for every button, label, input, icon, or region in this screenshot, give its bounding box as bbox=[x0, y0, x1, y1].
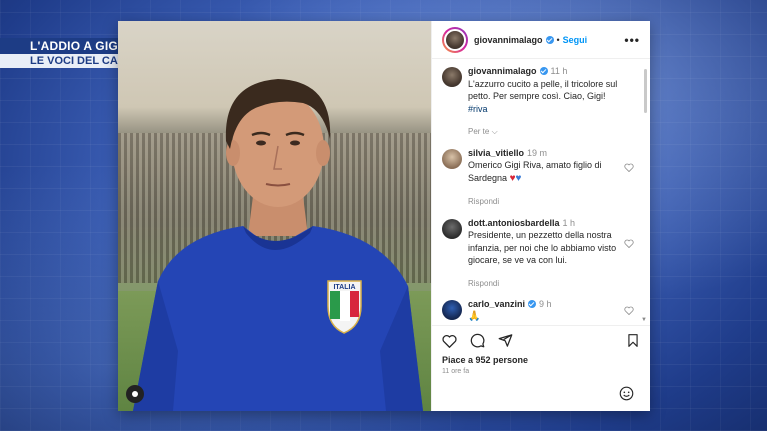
comment-time: 11 h bbox=[550, 66, 568, 76]
comment-time: 19 m bbox=[527, 147, 548, 158]
emoji-icon[interactable] bbox=[619, 386, 634, 401]
reply-link[interactable]: Rispondi bbox=[468, 196, 626, 209]
post-header: giovannimalago • Segui ••• bbox=[432, 21, 650, 59]
follow-button[interactable]: Segui bbox=[563, 35, 588, 45]
post-timestamp: 11 ore fa bbox=[442, 368, 470, 375]
comment-username[interactable]: silvia_vitiello bbox=[468, 148, 524, 158]
add-comment-area[interactable] bbox=[432, 375, 650, 411]
verified-badge-icon bbox=[528, 300, 537, 308]
player-portrait: ITALIA bbox=[133, 79, 423, 411]
like-comment-icon[interactable] bbox=[624, 239, 634, 248]
post-sidebar: giovannimalago • Segui ••• giovannimalag… bbox=[431, 21, 650, 411]
like-comment-icon[interactable] bbox=[624, 163, 634, 172]
reply-link[interactable]: Rispondi bbox=[468, 278, 626, 291]
hashtag-link[interactable]: #riva bbox=[468, 104, 488, 114]
more-options-icon[interactable]: ••• bbox=[624, 33, 640, 47]
pray-emoji: 🙏 bbox=[468, 310, 481, 322]
post-actions-bar bbox=[432, 325, 650, 355]
share-icon[interactable] bbox=[498, 333, 513, 348]
verified-badge-icon bbox=[545, 35, 554, 44]
comments-list[interactable]: giovannimalago 11 h L'azzurro cucito a pe… bbox=[432, 59, 650, 325]
verified-badge-icon bbox=[539, 67, 548, 75]
likes-count[interactable]: Piace a 952 persone bbox=[432, 355, 650, 365]
jersey-badge-text: ITALIA bbox=[333, 284, 355, 291]
dot-separator: • bbox=[556, 34, 560, 45]
like-comment-icon[interactable] bbox=[624, 306, 634, 315]
comment-username[interactable]: carlo_vanzini bbox=[468, 299, 525, 309]
post-photo[interactable]: ITALIA bbox=[118, 21, 431, 411]
author-username[interactable]: giovannimalago bbox=[474, 35, 543, 45]
commenter-avatar[interactable] bbox=[442, 300, 462, 320]
comment-text: Presidente, un pezzetto della nostra inf… bbox=[468, 230, 617, 265]
commenter-avatar[interactable] bbox=[442, 67, 462, 87]
blue-heart-emoji: ♥ bbox=[515, 172, 522, 184]
comment-text: Omerico Gigi Riva, amato figlio di Sarde… bbox=[468, 160, 602, 183]
per-te-dropdown[interactable]: Per te ⌵ bbox=[468, 126, 626, 139]
comment-item: carlo_vanzini 9 h 🙏 bbox=[442, 298, 640, 323]
commenter-avatar[interactable] bbox=[442, 148, 462, 169]
instagram-post: ITALIA giovannimalago • Segui ••• giovan… bbox=[118, 21, 650, 411]
comment-item: silvia_vitiello 19 m Omerico Gigi Riva, a… bbox=[442, 147, 640, 209]
bookmark-icon[interactable] bbox=[626, 333, 640, 348]
comment-time: 1 h bbox=[562, 217, 576, 228]
comment-username[interactable]: dott.antoniosbardella bbox=[468, 218, 560, 228]
caption-comment: giovannimalago 11 h L'azzurro cucito a pe… bbox=[442, 65, 640, 139]
comment-icon[interactable] bbox=[470, 333, 485, 348]
comment-item: dott.antoniosbardella 1 h Presidente, un … bbox=[442, 217, 640, 291]
heart-emojis: ♥♥ bbox=[510, 173, 522, 184]
comments-scrollbar[interactable] bbox=[644, 69, 647, 113]
author-avatar[interactable] bbox=[442, 26, 468, 53]
heart-icon[interactable] bbox=[442, 334, 457, 348]
commenter-avatar[interactable] bbox=[442, 218, 462, 239]
tagged-user-icon[interactable] bbox=[126, 385, 144, 403]
comment-time: 9 h bbox=[539, 299, 552, 309]
scroll-down-arrow-icon[interactable]: ▼ bbox=[641, 317, 647, 323]
comment-username[interactable]: giovannimalago bbox=[468, 66, 537, 76]
comment-text: L'azzurro cucito a pelle, il tricolore s… bbox=[468, 78, 618, 102]
